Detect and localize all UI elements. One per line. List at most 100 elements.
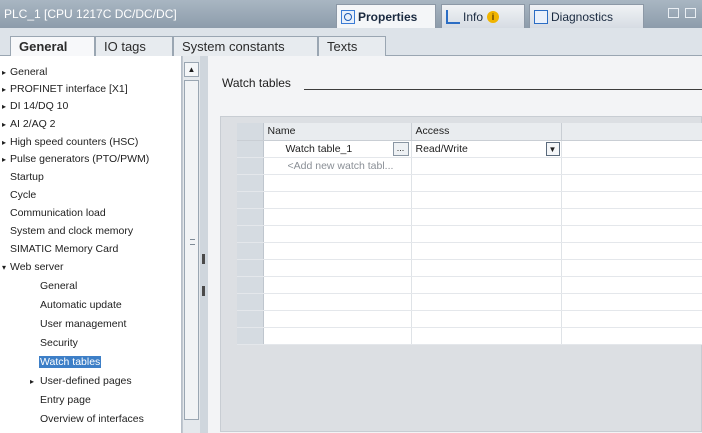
nav-item-watch-tables[interactable]: Watch tables bbox=[39, 354, 181, 371]
access-dropdown-icon[interactable]: ▼ bbox=[545, 141, 560, 156]
watch-tables-table: Name Access Watch table_1 ... Read/Write… bbox=[237, 123, 702, 345]
property-subtabs: General IO tags System constants Texts bbox=[0, 28, 702, 57]
tab-info-label: Info bbox=[463, 9, 484, 24]
nav-item-hsc[interactable]: ▸ High speed counters (HSC) bbox=[2, 134, 181, 151]
nav-item-web-general[interactable]: General bbox=[40, 278, 181, 295]
inspector-titlebar: PLC_1 [CPU 1217C DC/DC/DC] Properties In… bbox=[0, 0, 702, 28]
nav-item-communication-load[interactable]: Communication load bbox=[10, 205, 181, 222]
tab-info[interactable]: Info i bbox=[441, 4, 525, 28]
tab-diagnostics[interactable]: Diagnostics bbox=[529, 4, 644, 28]
property-navigation: ▸ General ▸ PROFINET interface [X1] ▸ DI 14… bbox=[0, 56, 182, 433]
empty-cell bbox=[411, 157, 562, 175]
table-row-add-new[interactable]: <Add new watch tabl... bbox=[237, 157, 702, 175]
nav-item-label: Automatic update bbox=[40, 299, 122, 311]
row-header bbox=[237, 157, 264, 175]
nav-expand-icon[interactable]: ▸ bbox=[30, 373, 38, 390]
table-row-empty bbox=[237, 191, 702, 209]
window-title: PLC_1 [CPU 1217C DC/DC/DC] bbox=[4, 7, 177, 21]
nav-item-label: AI 2/AQ 2 bbox=[10, 118, 56, 130]
subtab-texts[interactable]: Texts bbox=[318, 36, 386, 56]
nav-item-system-clock-memory[interactable]: System and clock memory bbox=[10, 223, 181, 240]
nav-item-pulse-generators[interactable]: ▸ Pulse generators (PTO/PWM) bbox=[2, 151, 181, 168]
window-controls bbox=[668, 8, 696, 18]
nav-item-general[interactable]: ▸ General bbox=[2, 64, 181, 81]
nav-item-label: User-defined pages bbox=[40, 375, 132, 387]
nav-item-label: Overview of interfaces bbox=[40, 413, 144, 425]
nav-collapse-icon[interactable]: ▾ bbox=[2, 259, 10, 276]
empty-cell bbox=[561, 157, 702, 175]
access-cell[interactable]: Read/Write ▼ bbox=[411, 140, 562, 158]
splitter-handle-icon bbox=[202, 254, 205, 264]
browse-button[interactable]: ... bbox=[392, 141, 409, 156]
row-header-corner bbox=[237, 123, 264, 141]
nav-expand-icon[interactable]: ▸ bbox=[2, 64, 10, 81]
nav-item-label: Pulse generators (PTO/PWM) bbox=[10, 153, 150, 165]
property-content: Watch tables Name Access Watch table_1 .… bbox=[208, 56, 702, 433]
nav-item-label: SIMATIC Memory Card bbox=[10, 243, 119, 255]
column-header-empty bbox=[561, 123, 702, 141]
nav-expand-icon[interactable]: ▸ bbox=[2, 134, 10, 151]
nav-item-label: High speed counters (HSC) bbox=[10, 136, 139, 148]
navigation-scrollbar[interactable]: ▲ bbox=[182, 56, 200, 433]
scroll-up-button[interactable]: ▲ bbox=[184, 62, 199, 77]
nav-expand-icon[interactable]: ▸ bbox=[2, 151, 10, 168]
nav-item-overview-interfaces[interactable]: Overview of interfaces bbox=[40, 411, 181, 428]
add-new-watch-table[interactable]: <Add new watch tabl... bbox=[263, 157, 412, 175]
nav-item-label: PROFINET interface [X1] bbox=[10, 83, 128, 95]
info-warning-icon: i bbox=[487, 10, 500, 23]
row-header[interactable] bbox=[237, 140, 264, 158]
nav-item-label: System and clock memory bbox=[10, 225, 134, 237]
info-icon bbox=[446, 9, 460, 24]
table-row-empty bbox=[237, 174, 702, 192]
nav-item-security[interactable]: Security bbox=[40, 335, 181, 352]
nav-expand-icon[interactable]: ▸ bbox=[2, 81, 10, 98]
nav-item-ai-aq[interactable]: ▸ AI 2/AQ 2 bbox=[2, 116, 181, 133]
nav-item-startup[interactable]: Startup bbox=[10, 169, 181, 186]
tab-diagnostics-label: Diagnostics bbox=[551, 9, 614, 24]
panel-splitter[interactable] bbox=[200, 56, 208, 433]
nav-item-user-management[interactable]: User management bbox=[40, 316, 181, 333]
subtab-general[interactable]: General bbox=[10, 36, 95, 57]
nav-item-label: Cycle bbox=[10, 189, 37, 201]
nav-item-label: User management bbox=[40, 318, 127, 330]
table-row-empty bbox=[237, 293, 702, 311]
nav-item-web-server[interactable]: ▾ Web server bbox=[2, 259, 181, 276]
table-row-empty bbox=[237, 242, 702, 260]
subtab-io-tags[interactable]: IO tags bbox=[95, 36, 173, 56]
watch-tables-grid: Name Access Watch table_1 ... Read/Write… bbox=[220, 116, 702, 432]
nav-item-label: Web server bbox=[10, 261, 64, 273]
nav-item-label: Communication load bbox=[10, 207, 106, 219]
properties-icon bbox=[341, 9, 355, 24]
table-row[interactable]: Watch table_1 ... Read/Write ▼ bbox=[237, 140, 702, 158]
nav-item-label: General bbox=[10, 66, 48, 78]
scroll-grip-icon bbox=[190, 239, 195, 245]
subtab-system-constants[interactable]: System constants bbox=[173, 36, 318, 56]
watch-table-name[interactable]: Watch table_1 bbox=[286, 143, 353, 155]
float-window-icon[interactable] bbox=[668, 8, 679, 18]
nav-expand-icon[interactable]: ▸ bbox=[2, 98, 10, 115]
empty-cell bbox=[561, 140, 702, 158]
nav-item-label: Startup bbox=[10, 171, 44, 183]
nav-expand-icon[interactable]: ▸ bbox=[2, 116, 10, 133]
nav-item-memory-card[interactable]: SIMATIC Memory Card bbox=[10, 241, 181, 258]
column-header-access[interactable]: Access bbox=[411, 123, 562, 141]
section-title: Watch tables bbox=[222, 76, 291, 90]
scroll-thumb[interactable] bbox=[184, 80, 199, 420]
access-value: Read/Write bbox=[415, 142, 468, 155]
nav-item-di-dq[interactable]: ▸ DI 14/DQ 10 bbox=[2, 98, 181, 115]
nav-item-automatic-update[interactable]: Automatic update bbox=[40, 297, 181, 314]
column-header-name[interactable]: Name bbox=[263, 123, 412, 141]
table-row-empty bbox=[237, 259, 702, 277]
nav-item-label: General bbox=[40, 280, 78, 292]
table-row-empty bbox=[237, 327, 702, 345]
nav-item-entry-page[interactable]: Entry page bbox=[40, 392, 181, 409]
diagnostics-icon bbox=[534, 9, 548, 24]
nav-item-label: DI 14/DQ 10 bbox=[10, 100, 69, 112]
minimize-window-icon[interactable] bbox=[685, 8, 696, 18]
nav-item-user-defined-pages[interactable]: ▸ User-defined pages bbox=[30, 373, 181, 390]
tab-properties[interactable]: Properties bbox=[336, 4, 436, 28]
table-row-empty bbox=[237, 225, 702, 243]
name-cell[interactable]: Watch table_1 ... bbox=[263, 140, 412, 158]
nav-item-profinet-interface[interactable]: ▸ PROFINET interface [X1] bbox=[2, 81, 181, 98]
nav-item-cycle[interactable]: Cycle bbox=[10, 187, 181, 204]
